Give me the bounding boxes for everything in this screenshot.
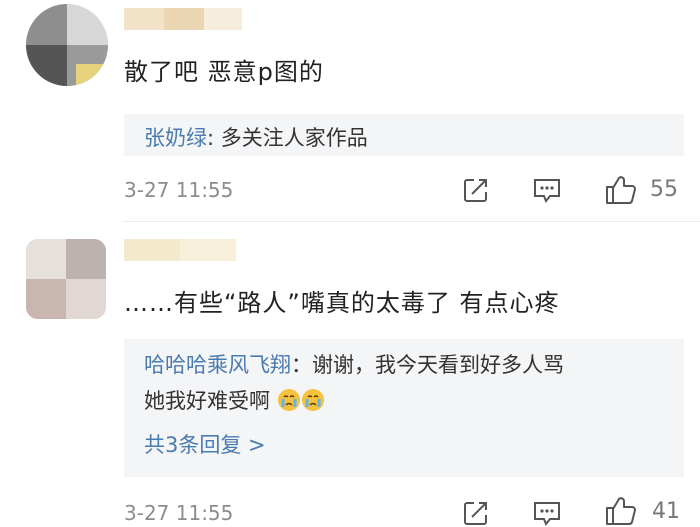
view-more-replies-link[interactable]: 共3条回复 > bbox=[144, 429, 266, 459]
reply-preview[interactable]: 哈哈哈乘风飞翔：谢谢，我今天看到好多人骂 她我好难受啊 共3条回复 > bbox=[124, 339, 684, 477]
avatar[interactable] bbox=[26, 4, 108, 86]
username[interactable] bbox=[124, 239, 236, 261]
crying-emoji-icon bbox=[277, 389, 300, 411]
like-icon[interactable] bbox=[604, 174, 638, 206]
share-icon[interactable] bbox=[462, 176, 490, 204]
reply-text: 多关注人家作品 bbox=[220, 126, 368, 150]
username[interactable] bbox=[124, 8, 242, 30]
comment-icon[interactable] bbox=[532, 176, 562, 204]
like-icon[interactable] bbox=[604, 495, 638, 527]
reply-separator: ： bbox=[291, 353, 312, 377]
comment-item: ……有些“路人”嘴真的太毒了 有点心疼 哈哈哈乘风飞翔：谢谢，我今天看到好多人骂… bbox=[0, 221, 700, 527]
comment-text: 散了吧 恶意p图的 bbox=[124, 58, 324, 86]
comment-icon[interactable] bbox=[532, 499, 562, 527]
reply-preview[interactable]: 张奶绿: 多关注人家作品 bbox=[124, 114, 684, 156]
like-count: 41 bbox=[652, 499, 680, 524]
reply-author[interactable]: 张奶绿 bbox=[144, 126, 207, 150]
like-count: 55 bbox=[650, 177, 678, 202]
reply-text-continued: 她我好难受啊 bbox=[144, 389, 270, 413]
reply-author[interactable]: 哈哈哈乘风飞翔 bbox=[144, 353, 291, 377]
reply-separator: : bbox=[207, 126, 221, 150]
avatar[interactable] bbox=[26, 239, 106, 319]
timestamp: 3-27 11:55 bbox=[124, 501, 234, 525]
timestamp: 3-27 11:55 bbox=[124, 178, 234, 202]
comment-text: ……有些“路人”嘴真的太毒了 有点心疼 bbox=[124, 289, 560, 317]
reply-text: 谢谢，我今天看到好多人骂 bbox=[312, 353, 564, 377]
share-icon[interactable] bbox=[462, 499, 490, 527]
comment-item: 散了吧 恶意p图的 张奶绿: 多关注人家作品 3-27 11:55 55 bbox=[0, 0, 700, 221]
crying-emoji-icon bbox=[301, 389, 324, 411]
